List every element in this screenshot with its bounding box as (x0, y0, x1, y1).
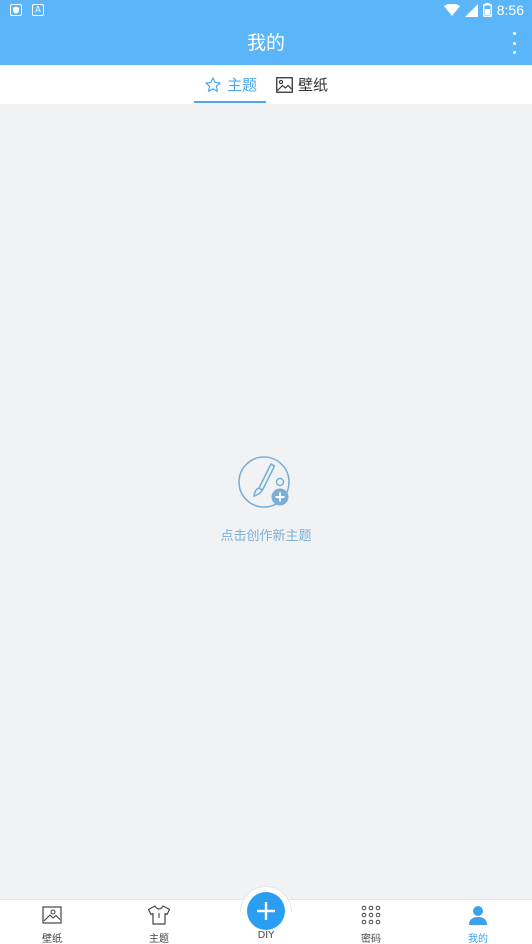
tab-theme[interactable]: 主题 (204, 65, 257, 104)
nav-diy-label: DIY (257, 930, 275, 941)
signal-icon (464, 3, 478, 17)
keypad-icon (361, 905, 381, 925)
system-status: 8:56 (443, 2, 524, 18)
notification-icons: A (10, 4, 44, 16)
active-tab-indicator (194, 101, 266, 103)
tab-wallpaper-label: 壁纸 (298, 76, 329, 94)
tab-theme-label: 主题 (227, 76, 258, 94)
tab-bar: 主题 壁纸 (0, 65, 532, 104)
plus-icon (257, 902, 275, 920)
wallpaper-icon (42, 906, 62, 924)
nav-password[interactable]: 密码 (341, 904, 401, 944)
nav-theme[interactable]: 主题 (129, 904, 189, 944)
diy-button[interactable] (247, 892, 285, 930)
more-options-icon[interactable] (510, 32, 518, 54)
image-icon (276, 76, 293, 93)
wifi-icon (443, 4, 460, 16)
nav-me-label: 我的 (468, 934, 488, 944)
person-icon (469, 906, 487, 925)
tshirt-icon (147, 905, 171, 925)
shield-notification-icon (10, 4, 22, 16)
empty-state[interactable]: 点击创作新主题 (0, 455, 532, 544)
clock: 8:56 (496, 2, 524, 18)
nav-theme-label: 主题 (149, 934, 169, 944)
create-theme-hint[interactable]: 点击创作新主题 (0, 525, 532, 544)
nav-password-label: 密码 (361, 934, 381, 944)
nav-wallpaper[interactable]: 壁纸 (22, 904, 82, 944)
status-bar: A 8:56 (0, 0, 532, 22)
nav-me[interactable]: 我的 (448, 904, 508, 944)
battery-icon (482, 3, 492, 17)
app-notification-icon: A (32, 4, 44, 16)
app-bar: 我的 (0, 22, 532, 65)
tab-wallpaper[interactable]: 壁纸 (276, 65, 328, 104)
page-title: 我的 (246, 32, 285, 54)
palette-brush-add-icon[interactable] (237, 455, 295, 511)
nav-wallpaper-label: 壁纸 (42, 934, 62, 944)
star-icon (205, 76, 221, 92)
